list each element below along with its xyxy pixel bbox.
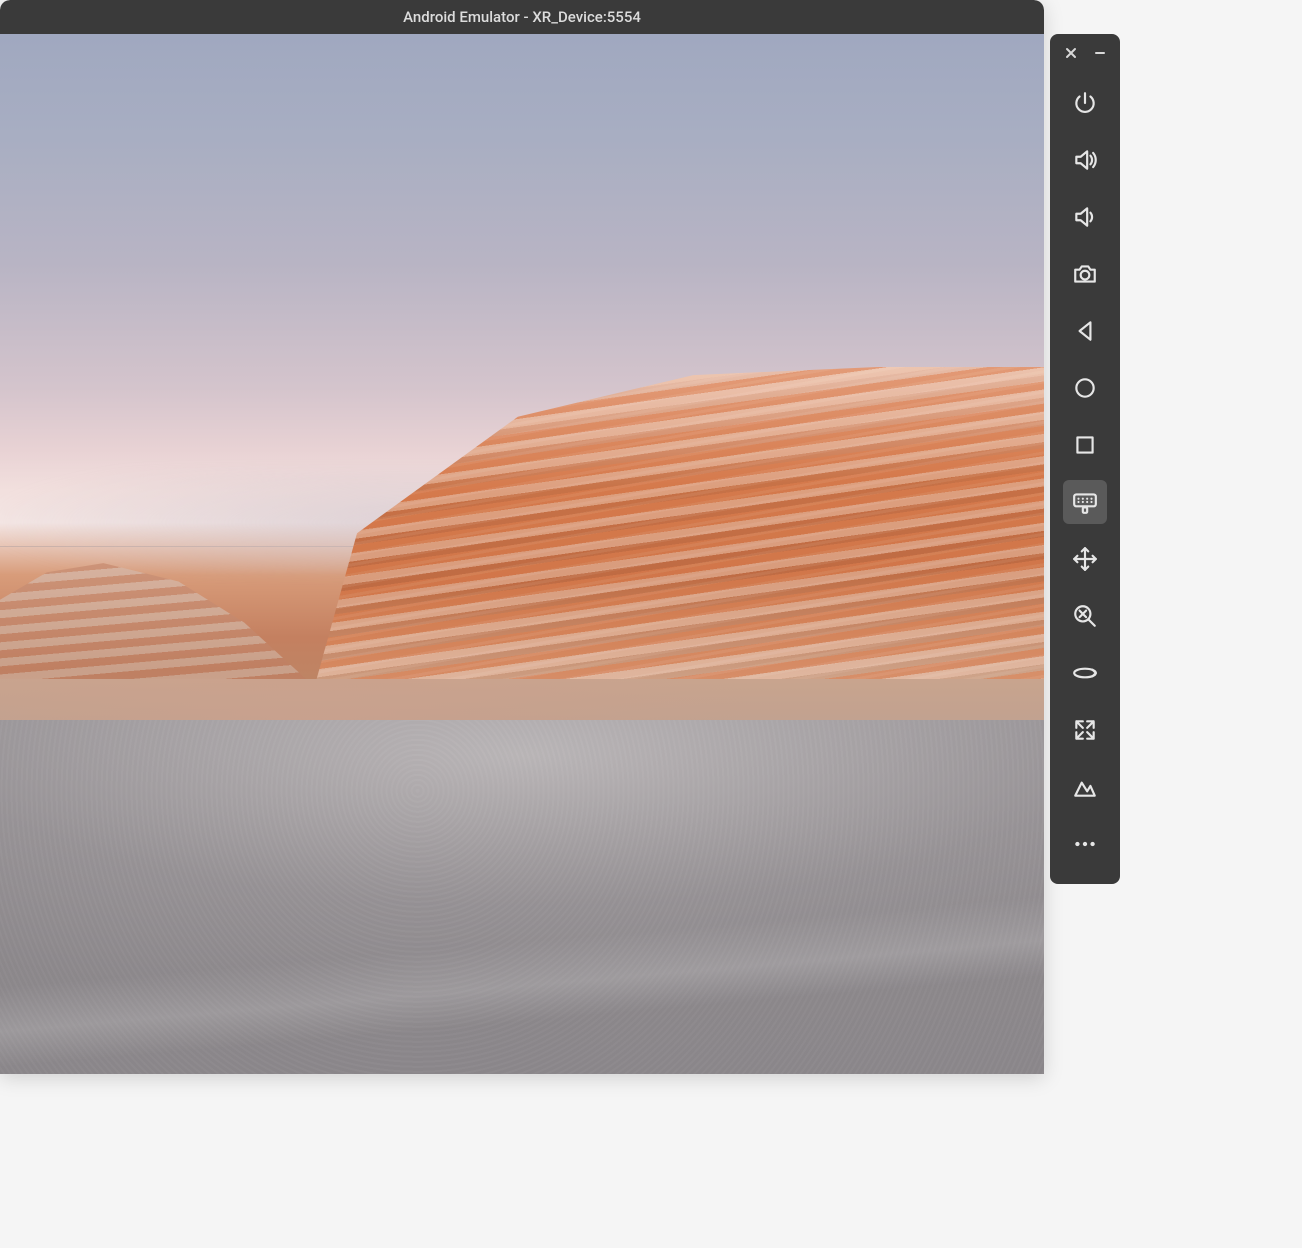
toolbar-window-controls bbox=[1050, 34, 1120, 68]
screenshot-button[interactable] bbox=[1063, 252, 1107, 296]
scene-foreground bbox=[0, 720, 1044, 1074]
more-button[interactable] bbox=[1063, 822, 1107, 866]
minimize-button[interactable] bbox=[1089, 42, 1111, 64]
landscape-icon bbox=[1072, 774, 1098, 800]
back-button[interactable] bbox=[1063, 309, 1107, 353]
emulator-screen[interactable] bbox=[0, 34, 1044, 1074]
move-icon bbox=[1072, 546, 1098, 572]
virtual-scene-button[interactable] bbox=[1063, 765, 1107, 809]
reset-view-button[interactable] bbox=[1063, 708, 1107, 752]
volume-up-button[interactable] bbox=[1063, 138, 1107, 182]
volume-down-button[interactable] bbox=[1063, 195, 1107, 239]
move-button[interactable] bbox=[1063, 537, 1107, 581]
back-icon bbox=[1072, 318, 1098, 344]
home-button[interactable] bbox=[1063, 366, 1107, 410]
close-button[interactable] bbox=[1060, 42, 1082, 64]
emulator-window: Android Emulator - XR_Device:5554 bbox=[0, 0, 1044, 1074]
home-icon bbox=[1072, 375, 1098, 401]
camera-icon bbox=[1072, 261, 1098, 287]
overview-button[interactable] bbox=[1063, 423, 1107, 467]
power-button[interactable] bbox=[1063, 81, 1107, 125]
keyboard-icon bbox=[1072, 489, 1098, 515]
overview-icon bbox=[1072, 432, 1098, 458]
zoom-button[interactable] bbox=[1063, 594, 1107, 638]
power-icon bbox=[1072, 90, 1098, 116]
rotate-view-button[interactable] bbox=[1063, 651, 1107, 695]
collapse-icon bbox=[1072, 717, 1098, 743]
zoom-icon bbox=[1072, 603, 1098, 629]
volume-up-icon bbox=[1072, 147, 1098, 173]
rotate-view-icon bbox=[1072, 660, 1098, 686]
close-icon bbox=[1065, 47, 1077, 59]
emulator-toolbar bbox=[1050, 34, 1120, 884]
window-title: Android Emulator - XR_Device:5554 bbox=[403, 8, 641, 26]
volume-down-icon bbox=[1072, 204, 1098, 230]
minimize-icon bbox=[1094, 47, 1106, 59]
window-titlebar[interactable]: Android Emulator - XR_Device:5554 bbox=[0, 0, 1044, 34]
more-icon bbox=[1072, 831, 1098, 857]
keyboard-button[interactable] bbox=[1063, 480, 1107, 524]
